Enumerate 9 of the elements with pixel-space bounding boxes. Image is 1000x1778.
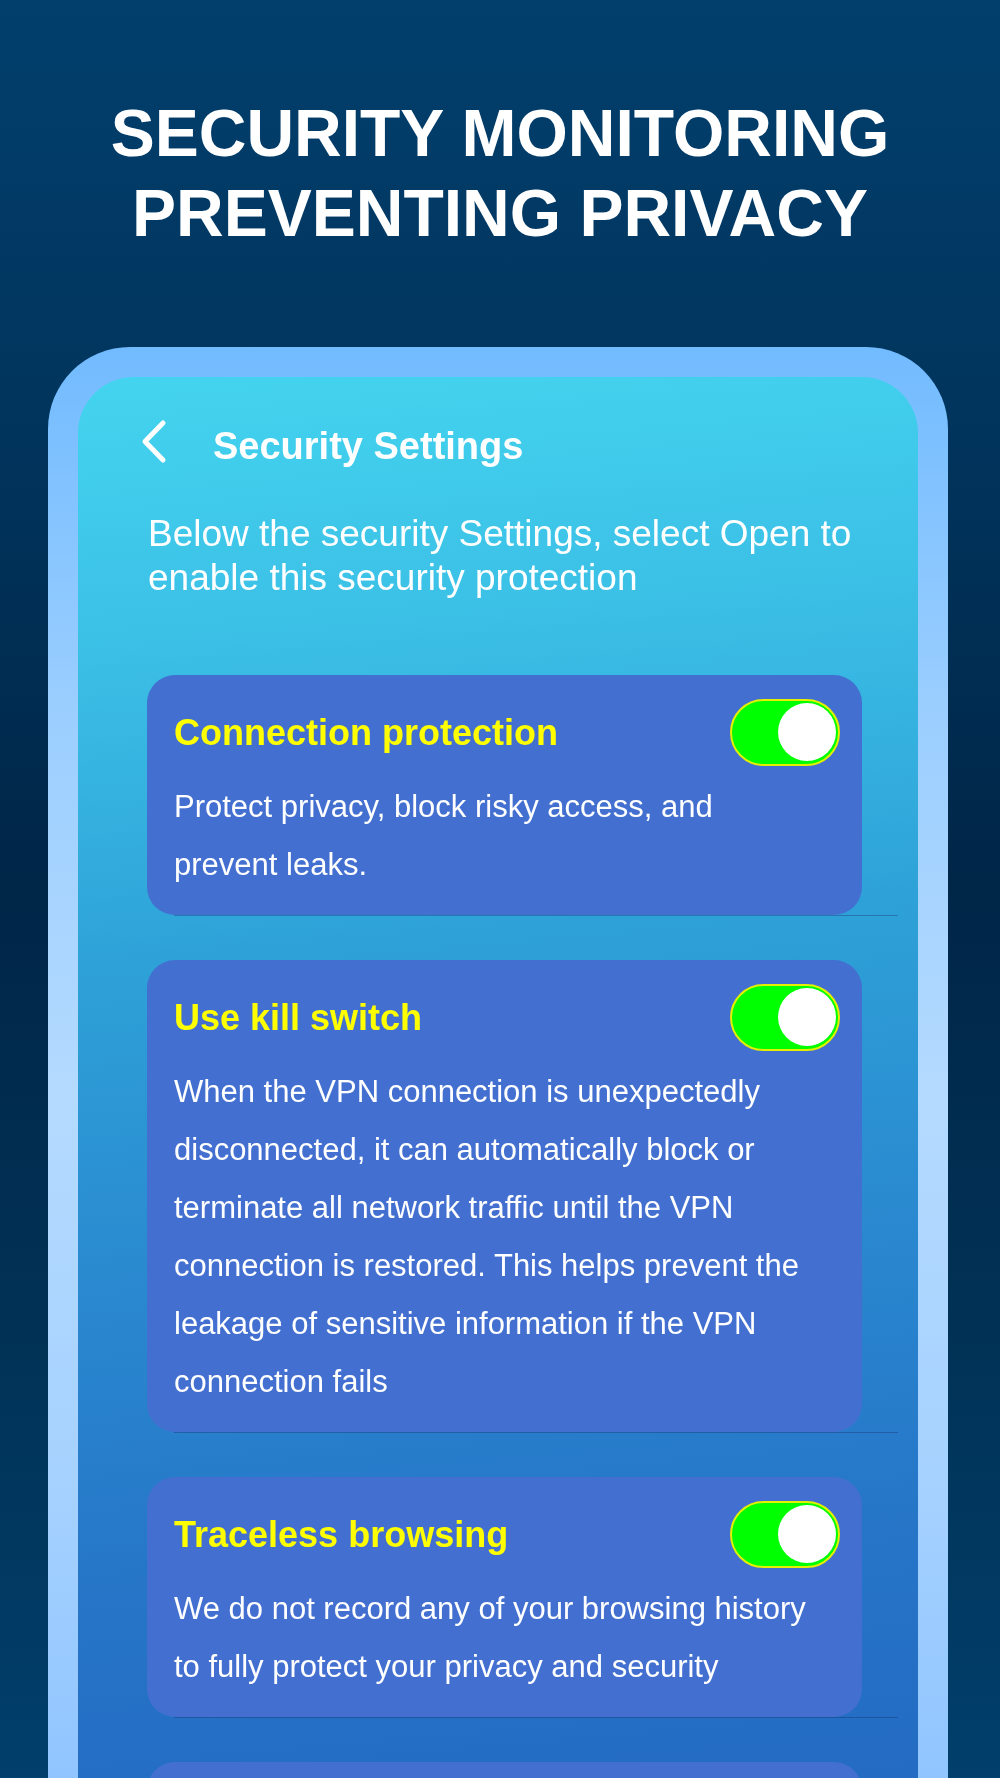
setting-title: Connection protection bbox=[174, 710, 558, 755]
screen-title: Security Settings bbox=[213, 424, 524, 469]
setting-description: When the VPN connection is unexpectedly disconnected, it can automatically block or terminate all network traffic until the VPN connection is restored. This helps prevent the leakage of sensitive information if the VPN connection fails bbox=[174, 1073, 800, 1401]
setting-description: Protect privacy, block risky access, and prevent leaks. bbox=[174, 788, 714, 884]
setting-description: We do not record any of your browsing history to fully protect your privacy and security bbox=[174, 1590, 807, 1686]
setting-title: Traceless browsing bbox=[174, 1512, 509, 1557]
intro-text: Below the security Settings, select Open to enable this security protection bbox=[148, 512, 853, 600]
setting-title: Use kill switch bbox=[174, 995, 423, 1040]
headline: SECURITY MONITORING PREVENTING PRIVACY bbox=[110, 95, 890, 252]
